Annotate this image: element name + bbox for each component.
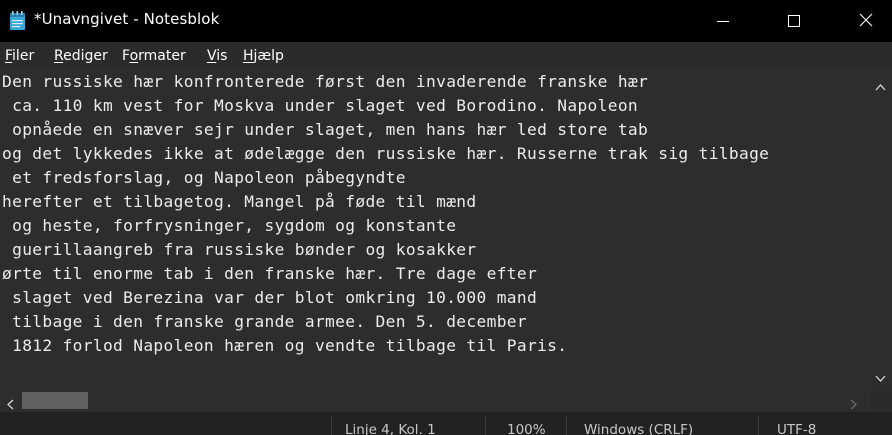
menu-formater[interactable]: Formater: [122, 48, 186, 64]
status-separator: [485, 416, 486, 435]
close-icon: [859, 12, 873, 31]
notepad-window: *Unavngivet - Notesblok Filer Rediger Fo…: [0, 0, 892, 435]
line-endings: Windows (CRLF): [584, 422, 694, 435]
text-line: slaget ved Berezina var der blot omkring…: [2, 288, 538, 307]
cursor-position: Linje 4, Kol. 1: [345, 422, 436, 435]
text-line: herefter et tilbagetog. Mangel på føde t…: [2, 192, 477, 211]
status-separator: [331, 416, 332, 435]
horizontal-scrollbar[interactable]: [0, 390, 870, 412]
menu-rediger[interactable]: Rediger: [54, 48, 108, 64]
scroll-down-arrow-icon[interactable]: [875, 368, 886, 387]
notepad-icon: [9, 11, 26, 31]
text-line: og heste, forfrysninger, sygdom og konst…: [2, 216, 457, 235]
maximize-icon: [788, 12, 800, 31]
menu-hjaelp[interactable]: Hjælp: [243, 48, 284, 64]
text-line: ørte til enorme tab i den franske hær. T…: [2, 264, 538, 283]
text-line: tilbage i den franske grande armee. Den …: [2, 312, 527, 331]
status-separator: [758, 416, 759, 435]
minimize-button[interactable]: [700, 0, 746, 42]
text-editor[interactable]: Den russiske hær konfronterede først den…: [0, 68, 870, 390]
encoding: UTF-8: [777, 422, 817, 435]
title-bar[interactable]: *Unavngivet - Notesblok: [0, 0, 892, 42]
text-line: ca. 110 km vest for Moskva under slaget …: [2, 96, 639, 115]
menu-vis[interactable]: Vis: [207, 48, 227, 64]
menu-filer[interactable]: Filer: [5, 48, 34, 64]
text-line: opnåede en snæver sejr under slaget, men…: [2, 120, 649, 139]
close-button[interactable]: [843, 0, 889, 42]
text-line: og det lykkedes ikke at ødelægge den rus…: [2, 144, 770, 163]
vertical-scrollbar[interactable]: [870, 68, 892, 390]
text-line: Den russiske hær konfronterede først den…: [2, 72, 649, 91]
maximize-button[interactable]: [771, 0, 817, 42]
menu-bar: Filer Rediger Formater Vis Hjælp: [0, 42, 892, 68]
text-line: guerillaangreb fra russiske bønder og ko…: [2, 240, 477, 259]
status-separator: [566, 416, 567, 435]
text-line: 1812 forlod Napoleon hæren og vendte til…: [2, 336, 568, 355]
scroll-up-arrow-icon[interactable]: [875, 76, 886, 95]
window-title: *Unavngivet - Notesblok: [34, 10, 220, 28]
scrollbar-corner: [870, 390, 892, 412]
zoom-level: 100%: [507, 422, 546, 435]
horizontal-scroll-thumb[interactable]: [22, 392, 88, 409]
minimize-icon: [717, 12, 729, 31]
status-bar: Linje 4, Kol. 1 100% Windows (CRLF) UTF-…: [0, 412, 892, 435]
text-line: et fredsforslag, og Napoleon påbegyndte: [2, 168, 406, 187]
